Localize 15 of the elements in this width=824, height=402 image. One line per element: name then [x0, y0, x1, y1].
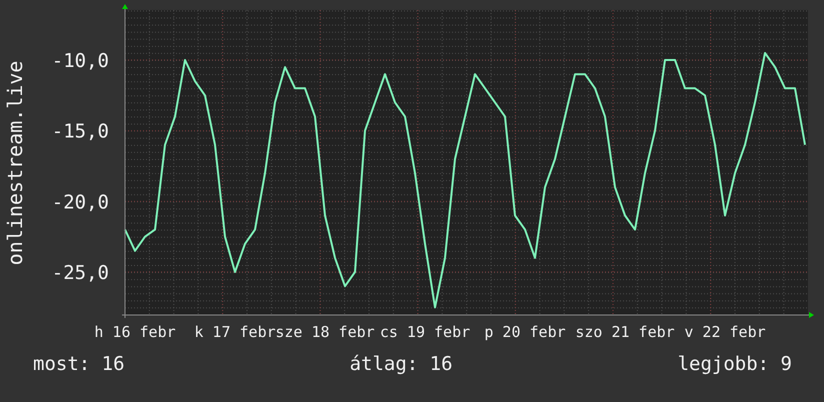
y-tick-label: -10,0 [52, 50, 109, 72]
legend-stat: átlag: 16 [350, 353, 453, 375]
y-tick-label: -15,0 [52, 120, 109, 143]
x-tick-label: szo 21 febr [575, 323, 675, 341]
y-tick-label: -20,0 [52, 191, 109, 214]
legend-stat: legjobb: 9 [678, 353, 792, 375]
x-tick-label: v 22 febr [684, 323, 766, 341]
legend-stat: most: 16 [33, 353, 125, 375]
x-tick-label: sze 18 febr [275, 323, 375, 341]
x-tick-label: p 20 febr [484, 323, 566, 341]
y-axis-title: onlinestream.live [3, 60, 27, 266]
x-tick-label: h 16 febr [94, 323, 176, 341]
x-tick-label: k 17 febr [194, 323, 276, 341]
y-tick-label: -25,0 [52, 262, 109, 284]
x-tick-label: cs 19 febr [380, 323, 470, 341]
